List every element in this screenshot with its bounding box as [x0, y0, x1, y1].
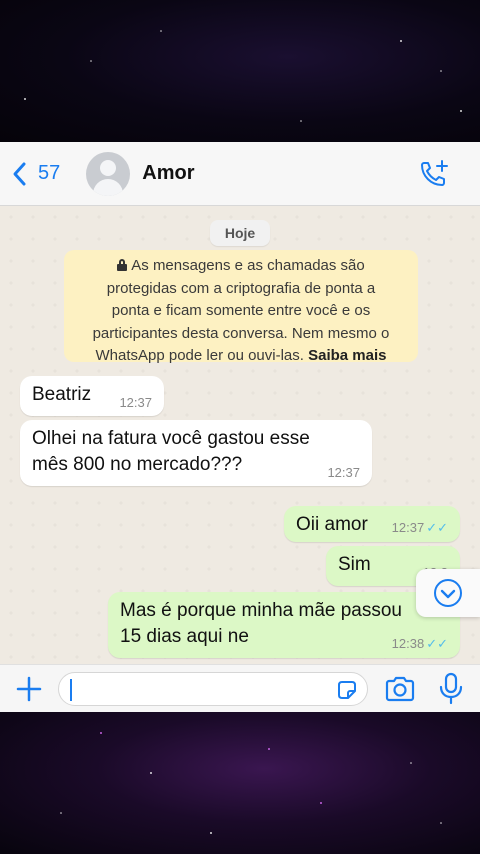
background-bottom	[0, 712, 480, 854]
background-top	[0, 0, 480, 142]
chat-header: 57 Amor	[0, 142, 480, 206]
camera-icon[interactable]	[384, 675, 416, 703]
message-input[interactable]	[58, 672, 368, 706]
read-ticks-icon: ✓✓	[426, 636, 448, 651]
scroll-down-icon	[434, 579, 462, 607]
add-call-icon[interactable]	[418, 158, 450, 190]
encryption-notice[interactable]: As mensagens e as chamadas são protegida…	[64, 250, 418, 364]
text-cursor	[70, 679, 72, 701]
learn-more-link[interactable]: Saiba mais	[308, 347, 386, 364]
scroll-to-bottom-button[interactable]	[416, 569, 480, 617]
message-time: 12:38 ✓✓	[391, 636, 448, 651]
message-time: 12:37	[119, 395, 152, 410]
contact-name[interactable]: Amor	[142, 162, 194, 185]
message-list[interactable]: Hoje As mensagens e as chamadas são prot…	[0, 206, 480, 664]
unread-count: 57	[38, 162, 61, 184]
message-incoming[interactable]: Beatriz 12:37	[20, 376, 164, 416]
mic-icon[interactable]	[438, 672, 464, 706]
date-separator: Hoje	[210, 220, 270, 246]
whatsapp-chat-screen: 57 Amor Hoje As mensagens e as chamadas …	[0, 142, 480, 712]
message-time: 12:37 ✓✓	[391, 520, 448, 535]
message-time: 12:37	[327, 465, 360, 480]
message-incoming[interactable]: Olhei na fatura você gastou esse mês 800…	[20, 420, 372, 486]
composer-bar	[0, 664, 480, 712]
sticker-icon[interactable]	[335, 678, 359, 702]
back-chevron-icon	[13, 162, 26, 185]
message-outgoing[interactable]: Mas é porque minha mãe passou 15 dias aq…	[108, 592, 460, 658]
avatar[interactable]	[86, 151, 131, 196]
message-outgoing[interactable]: Oii amor 12:37 ✓✓	[284, 506, 460, 542]
read-ticks-icon: ✓✓	[426, 520, 448, 535]
lock-icon	[117, 259, 128, 271]
plus-icon[interactable]	[14, 674, 44, 704]
back-button[interactable]: 57	[10, 161, 60, 187]
